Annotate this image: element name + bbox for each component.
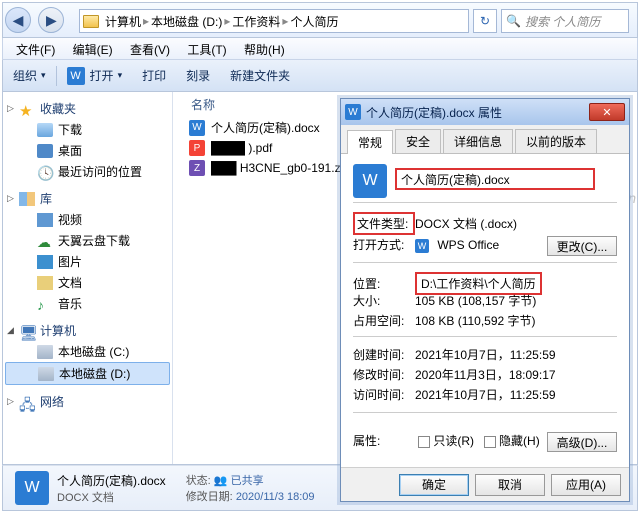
word-icon: W [67,67,85,85]
dialog-titlebar[interactable]: W 个人简历(定稿).docx 属性 ✕ [341,99,629,125]
crumb[interactable]: 个人简历 [290,13,338,30]
library-icon [19,192,35,206]
video-icon [37,213,53,227]
nav-disk-d[interactable]: 本地磁盘 (D:) [5,362,170,385]
tab-general[interactable]: 常规 [347,130,393,154]
picture-icon [37,255,53,269]
menu-help[interactable]: 帮助(H) [237,38,292,61]
toolbar: 组织 W打开 打印 刻录 新建文件夹 [2,60,638,92]
newfolder-button[interactable]: 新建文件夹 [220,67,300,84]
pdf-icon: P [189,140,205,156]
nav-forward-button[interactable]: ▶ [38,7,64,33]
zip-icon: Z [189,160,205,176]
breadcrumb[interactable]: 计算机▸ 本地磁盘 (D:)▸ 工作资料▸ 个人简历 [79,9,469,33]
nav-back-button[interactable]: ◀ [5,7,31,33]
nav-disk-c[interactable]: 本地磁盘 (C:) [3,341,172,362]
details-type: DOCX 文档 [57,489,150,505]
nav-computer-header[interactable]: ◢🖥计算机 [3,320,172,341]
search-icon: 🔍 [506,14,521,28]
close-button[interactable]: ✕ [589,103,625,121]
disk-icon [37,345,53,359]
cloud-icon: ☁ [37,234,53,248]
properties-dialog: W 个人简历(定稿).docx 属性 ✕ 常规 安全 详细信息 以前的版本 W … [340,98,630,502]
nav-cloud[interactable]: ☁天翼云盘下载 [3,230,172,251]
computer-icon: 🖥 [19,324,35,338]
filename-input[interactable] [395,168,595,190]
nav-tree: ▷★收藏夹 下载 桌面 🕓最近访问的位置 ▷库 视频 ☁天翼云盘下载 图片 文档… [3,92,173,464]
word-icon: W [345,104,361,120]
tab-security[interactable]: 安全 [395,129,441,153]
nav-favorites-header[interactable]: ▷★收藏夹 [3,98,172,119]
menu-file[interactable]: 文件(F) [9,38,62,61]
dialog-buttons: 确定 取消 应用(A) [341,467,629,501]
readonly-checkbox[interactable] [418,436,430,448]
crumb[interactable]: 本地磁盘 (D:) [151,13,222,30]
menu-view[interactable]: 查看(V) [123,38,177,61]
recent-icon: 🕓 [37,165,53,179]
network-icon: 🖧 [19,395,35,409]
hidden-checkbox[interactable] [484,436,496,448]
nav-desktop[interactable]: 桌面 [3,140,172,161]
docx-icon: W [353,164,387,198]
desktop-icon [37,144,53,158]
apply-button[interactable]: 应用(A) [551,474,621,496]
tab-details[interactable]: 详细信息 [443,129,513,153]
docx-icon: W [15,471,49,505]
dialog-body: W 文件类型:DOCX 文档 (.docx) 打开方式:W WPS Office… [341,154,629,472]
burn-button[interactable]: 刻录 [176,67,220,84]
folder-icon [83,15,99,28]
organize-button[interactable]: 组织 [3,67,56,84]
tab-previous[interactable]: 以前的版本 [515,129,597,153]
search-input[interactable]: 🔍搜索 个人简历 [501,9,629,33]
details-filename: 个人简历(定稿).docx [57,472,166,489]
docx-icon: W [189,120,205,136]
nav-videos[interactable]: 视频 [3,209,172,230]
nav-documents[interactable]: 文档 [3,272,172,293]
music-icon: ♪ [37,297,53,311]
share-icon: 👥 [214,475,228,487]
dialog-tabs: 常规 安全 详细信息 以前的版本 [341,125,629,154]
download-icon [37,123,53,137]
dialog-title: 个人简历(定稿).docx 属性 [366,104,502,121]
menu-bar: 文件(F) 编辑(E) 查看(V) 工具(T) 帮助(H) [2,38,638,60]
address-bar: ◀ ▶ 计算机▸ 本地磁盘 (D:)▸ 工作资料▸ 个人简历 ↻ 🔍搜索 个人简… [2,2,638,38]
menu-tools[interactable]: 工具(T) [180,38,233,61]
crumb[interactable]: 工作资料 [232,13,280,30]
document-icon [37,276,53,290]
change-button[interactable]: 更改(C)... [547,236,617,256]
advanced-button[interactable]: 高级(D)... [547,432,617,452]
cancel-button[interactable]: 取消 [475,474,545,496]
star-icon: ★ [19,102,35,116]
nav-recent[interactable]: 🕓最近访问的位置 [3,161,172,182]
nav-music[interactable]: ♪音乐 [3,293,172,314]
refresh-button[interactable]: ↻ [473,9,497,33]
wps-icon: W [415,239,429,253]
disk-icon [38,367,54,381]
menu-edit[interactable]: 编辑(E) [66,38,120,61]
crumb[interactable]: 计算机 [105,13,141,30]
ok-button[interactable]: 确定 [399,474,469,496]
print-button[interactable]: 打印 [132,67,176,84]
nav-downloads[interactable]: 下载 [3,119,172,140]
open-button[interactable]: W打开 [57,67,133,85]
nav-pictures[interactable]: 图片 [3,251,172,272]
nav-libraries-header[interactable]: ▷库 [3,188,172,209]
nav-network-header[interactable]: ▷🖧网络 [3,391,172,412]
